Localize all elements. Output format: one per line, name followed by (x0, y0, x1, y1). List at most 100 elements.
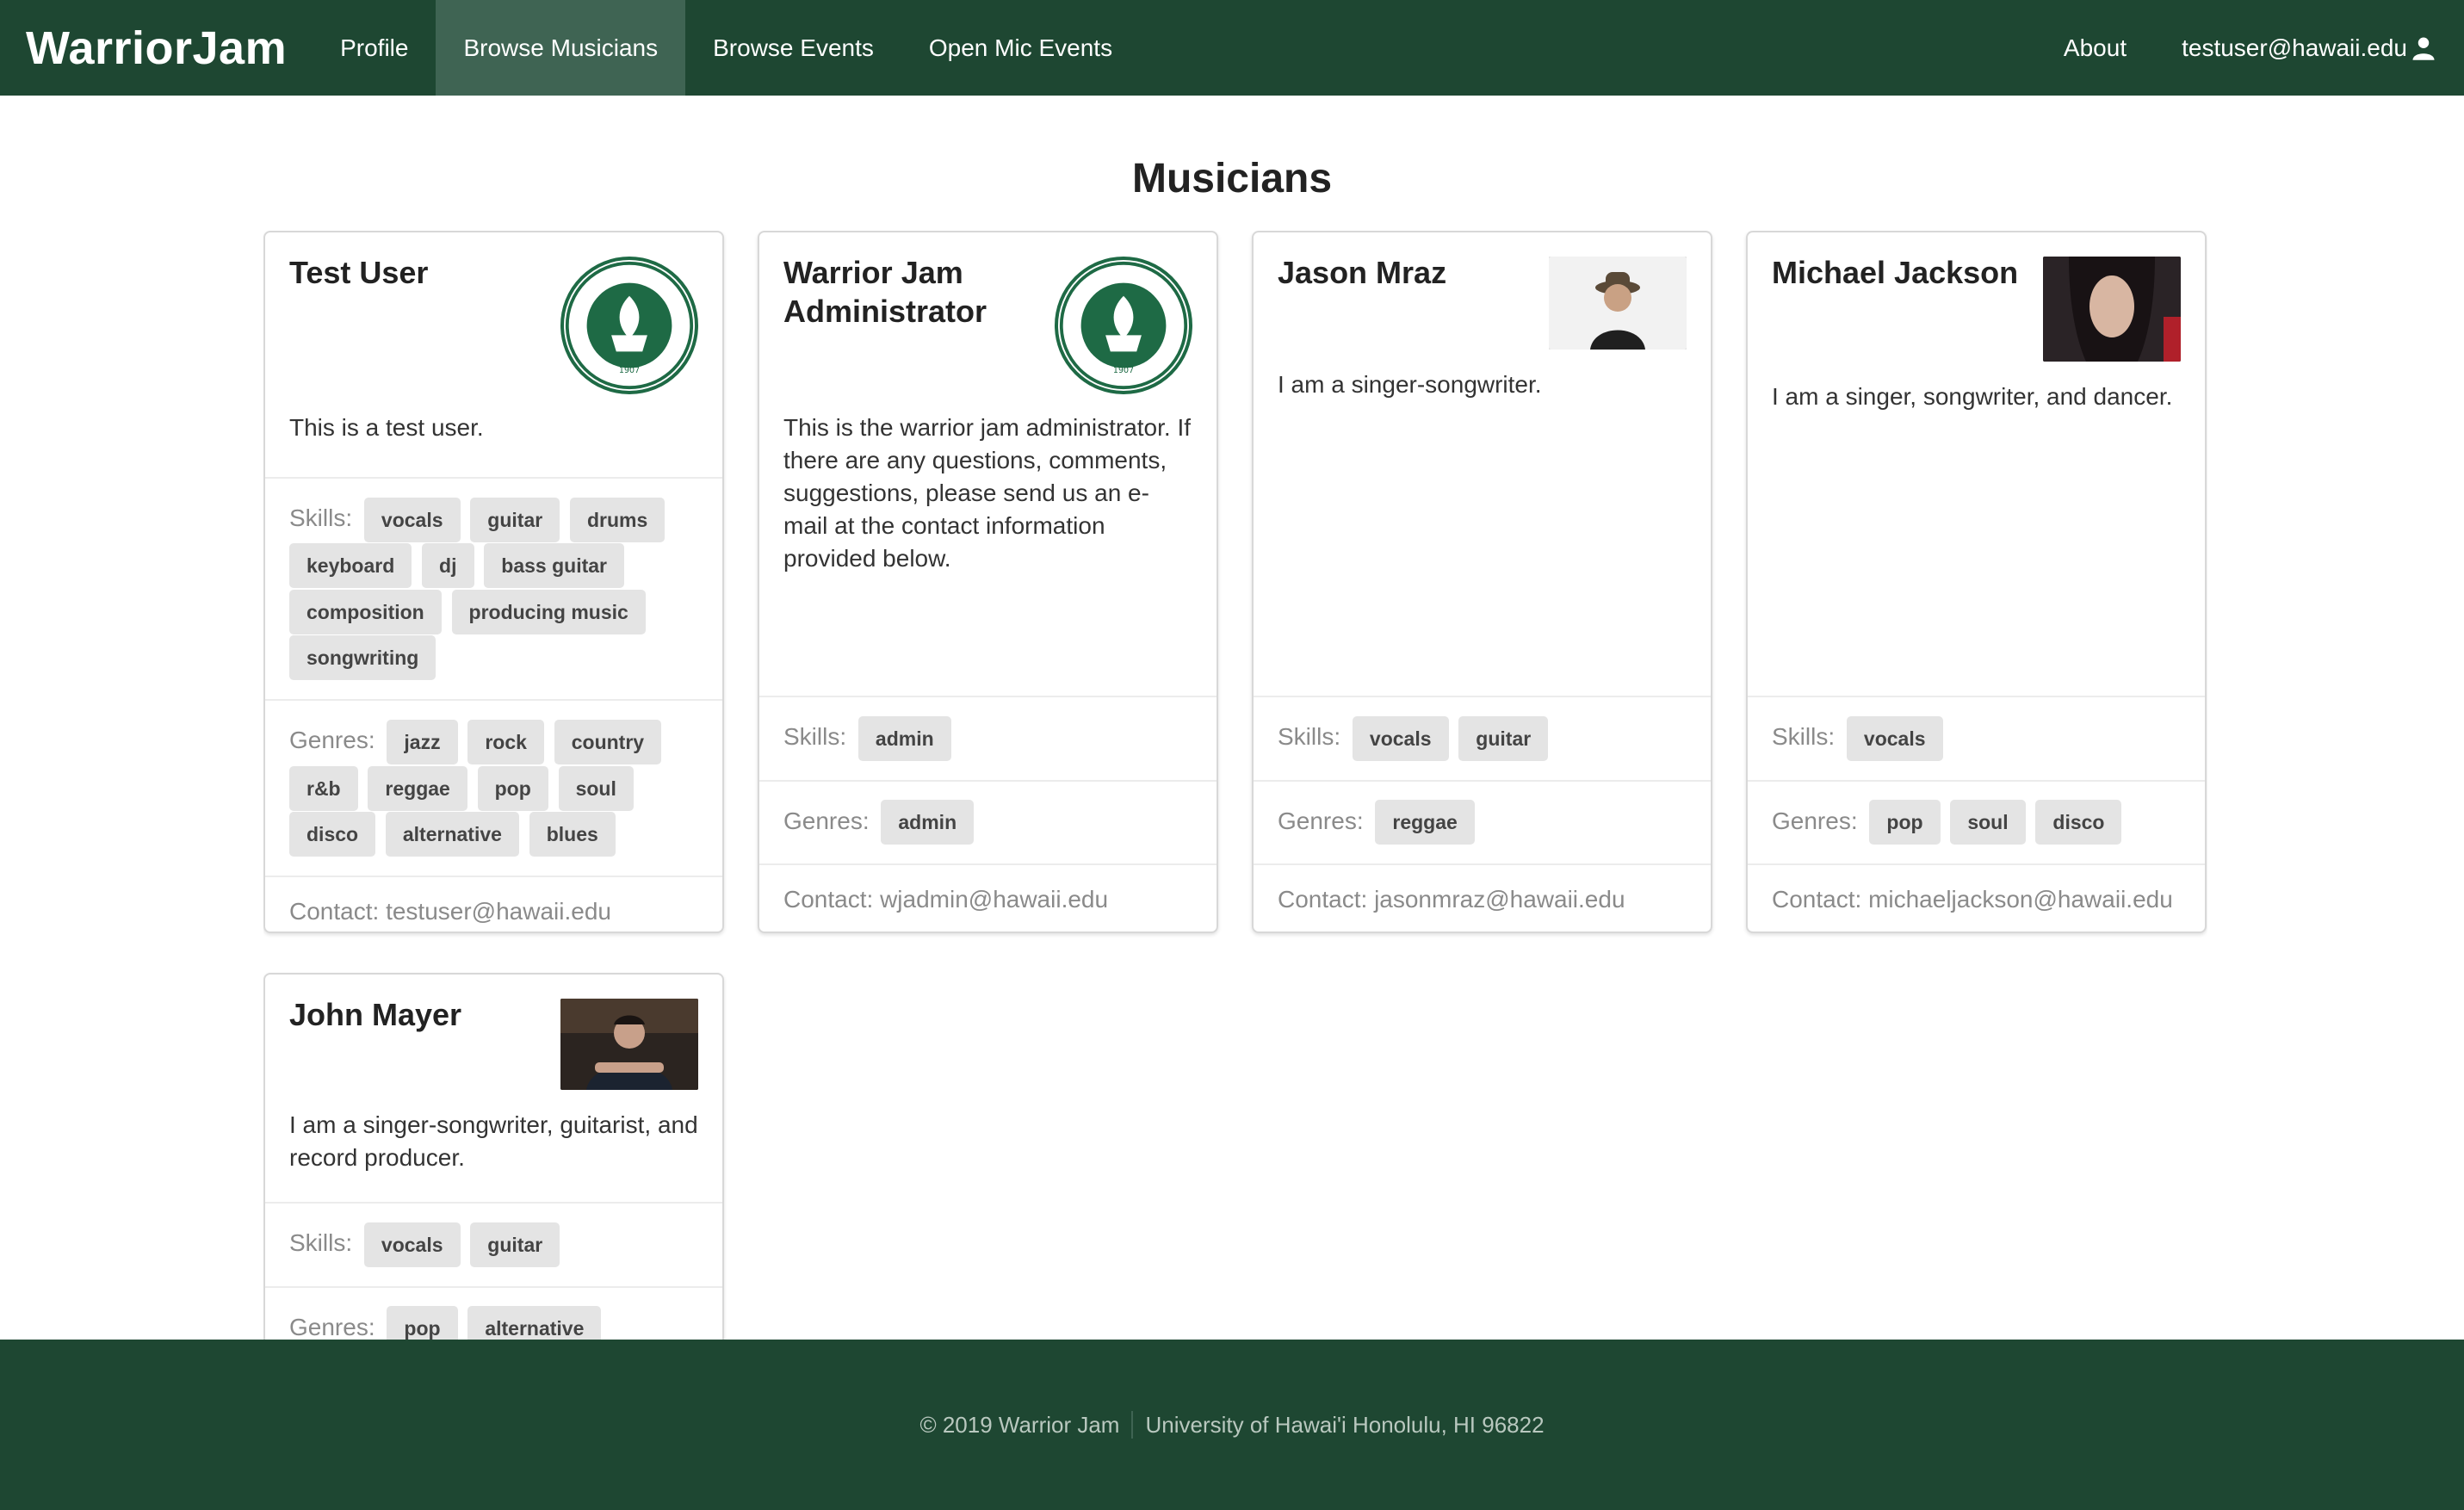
contact-email[interactable]: michaeljackson@hawaii.edu (1868, 886, 2173, 913)
musician-card-grid: Test User 1907 This is a test user. Skil… (263, 231, 2207, 1340)
genre-tag: soul (558, 765, 634, 811)
skill-tag: admin (857, 715, 951, 761)
skill-tag: producing music (451, 589, 646, 634)
genres-section: Genres: reggae (1254, 779, 1711, 864)
genres-label: Genres: (289, 1313, 375, 1340)
skills-section: Skills: vocals guitar drums keyboard dj … (265, 477, 722, 699)
user-email: testuser@hawaii.edu (2182, 34, 2407, 61)
contact-email[interactable]: jasonmraz@hawaii.edu (1374, 886, 1625, 913)
musician-name: Test User (289, 255, 429, 290)
skill-tag: dj (422, 543, 474, 589)
skill-tag: bass guitar (484, 543, 624, 589)
card-header: Michael Jackson (1748, 232, 2205, 381)
skill-tag: vocals (363, 497, 461, 542)
skill-tag: keyboard (289, 543, 412, 589)
skills-label: Skills: (1772, 723, 1836, 750)
skill-tag: vocals (1352, 715, 1449, 761)
genres-section: Genres: pop soul disco (1748, 779, 2205, 864)
contact-info: Contact: michaeljackson@hawaii.edu (1748, 863, 2205, 931)
skills-section: Skills: vocals guitar (265, 1202, 722, 1286)
musician-description: I am a singer-songwriter, guitarist, and… (289, 1111, 698, 1171)
university-seal-image: 1907 (560, 257, 698, 394)
footer-copyright: © 2019 Warrior Jam (919, 1411, 1120, 1438)
skill-tag: songwriting (289, 635, 436, 681)
page-title: Musicians (1131, 156, 1333, 201)
card-header: Jason Mraz (1254, 232, 1711, 368)
footer-divider (1131, 1411, 1134, 1439)
nav-about[interactable]: About (2036, 0, 2154, 96)
musician-photo (2043, 257, 2181, 362)
genre-tag: disco (289, 812, 376, 857)
footer-address: University of Hawai'i Honolulu, HI 96822 (1145, 1411, 1545, 1438)
musician-name: Michael Jackson (1772, 255, 2019, 290)
genre-tag: pop (477, 765, 548, 811)
nav-open-mic-events[interactable]: Open Mic Events (901, 0, 1140, 96)
skills-label: Skills: (1278, 723, 1341, 750)
genres-label: Genres: (289, 727, 375, 754)
genre-tag: pop (1869, 800, 1941, 845)
university-seal-image: 1907 (1055, 257, 1192, 394)
skill-tag: drums (569, 497, 666, 542)
brand-logo[interactable]: WarriorJam (26, 22, 287, 75)
genre-tag: reggae (368, 765, 467, 811)
musician-description: This is the warrior jam administrator. I… (783, 414, 1192, 572)
contact-email[interactable]: testuser@hawaii.edu (386, 898, 611, 925)
skill-tag: composition (289, 589, 442, 634)
musician-card: John Mayer I am a singer-songwriter, gui… (263, 973, 724, 1340)
contact-label: Contact: (289, 898, 380, 925)
genres-section: Genres: jazz rock country r&b reggae pop… (265, 699, 722, 876)
skills-section: Skills: vocals guitar (1254, 696, 1711, 780)
contact-email[interactable]: wjadmin@hawaii.edu (880, 886, 1108, 913)
skills-section: Skills: vocals (1748, 696, 2205, 780)
musician-name: Warrior Jam Administrator (783, 255, 987, 329)
musician-card: Michael Jackson I am a singer, songwrite… (1746, 231, 2207, 933)
musician-card: Test User 1907 This is a test user. Skil… (263, 231, 724, 933)
genre-tag: pop (387, 1306, 458, 1340)
genre-tag: disco (2035, 800, 2122, 845)
top-navbar: WarriorJam Profile Browse Musicians Brow… (0, 0, 2464, 96)
nav-browse-musicians[interactable]: Browse Musicians (436, 0, 686, 96)
card-header: John Mayer (265, 975, 722, 1109)
musician-description: I am a singer-songwriter. (1278, 371, 1542, 398)
genre-tag: jazz (387, 720, 458, 765)
genre-tag: country (554, 720, 662, 765)
contact-info: Contact: testuser@hawaii.edu (265, 876, 722, 931)
skill-tag: guitar (470, 1222, 560, 1267)
genre-tag: alternative (467, 1306, 602, 1340)
genre-tag: admin (881, 800, 975, 845)
genres-section: Genres: admin (759, 779, 1217, 864)
genre-tag: blues (529, 812, 616, 857)
nav-profile[interactable]: Profile (313, 0, 436, 96)
musician-card: Warrior Jam Administrator 1907 This is t… (758, 231, 1218, 933)
genre-tag: alternative (385, 812, 519, 857)
contact-info: Contact: jasonmraz@hawaii.edu (1254, 863, 1711, 931)
musician-name: Jason Mraz (1278, 255, 1447, 290)
skill-tag: vocals (1846, 715, 1943, 761)
genres-label: Genres: (783, 807, 870, 834)
genre-tag: r&b (289, 765, 358, 811)
musician-name: John Mayer (289, 997, 462, 1032)
genres-label: Genres: (1278, 807, 1364, 834)
card-header: Warrior Jam Administrator 1907 (759, 232, 1217, 412)
contact-info: Contact: wjadmin@hawaii.edu (759, 863, 1217, 931)
genre-tag: rock (467, 720, 544, 765)
skills-label: Skills: (289, 1229, 353, 1256)
svg-text:1907: 1907 (1113, 366, 1134, 375)
skill-tag: guitar (470, 497, 560, 542)
musician-photo (560, 999, 698, 1090)
genre-tag: reggae (1375, 800, 1475, 845)
genre-tag: soul (1950, 800, 2026, 845)
skills-label: Skills: (783, 723, 847, 750)
skills-label: Skills: (289, 504, 353, 531)
nav-browse-events[interactable]: Browse Events (685, 0, 901, 96)
musician-card: Jason Mraz I am a singer-songwriter. Ski… (1252, 231, 1712, 933)
svg-text:1907: 1907 (619, 366, 640, 375)
contact-label: Contact: (783, 886, 874, 913)
musician-description: This is a test user. (289, 414, 484, 441)
user-menu[interactable]: testuser@hawaii.edu (2154, 0, 2464, 96)
page-footer: © 2019 Warrior Jam University of Hawai'i… (0, 1340, 2464, 1510)
genres-label: Genres: (1772, 807, 1858, 834)
musician-description: I am a singer, songwriter, and dancer. (1772, 383, 2173, 410)
skill-tag: vocals (363, 1222, 461, 1267)
user-icon (2412, 37, 2435, 60)
